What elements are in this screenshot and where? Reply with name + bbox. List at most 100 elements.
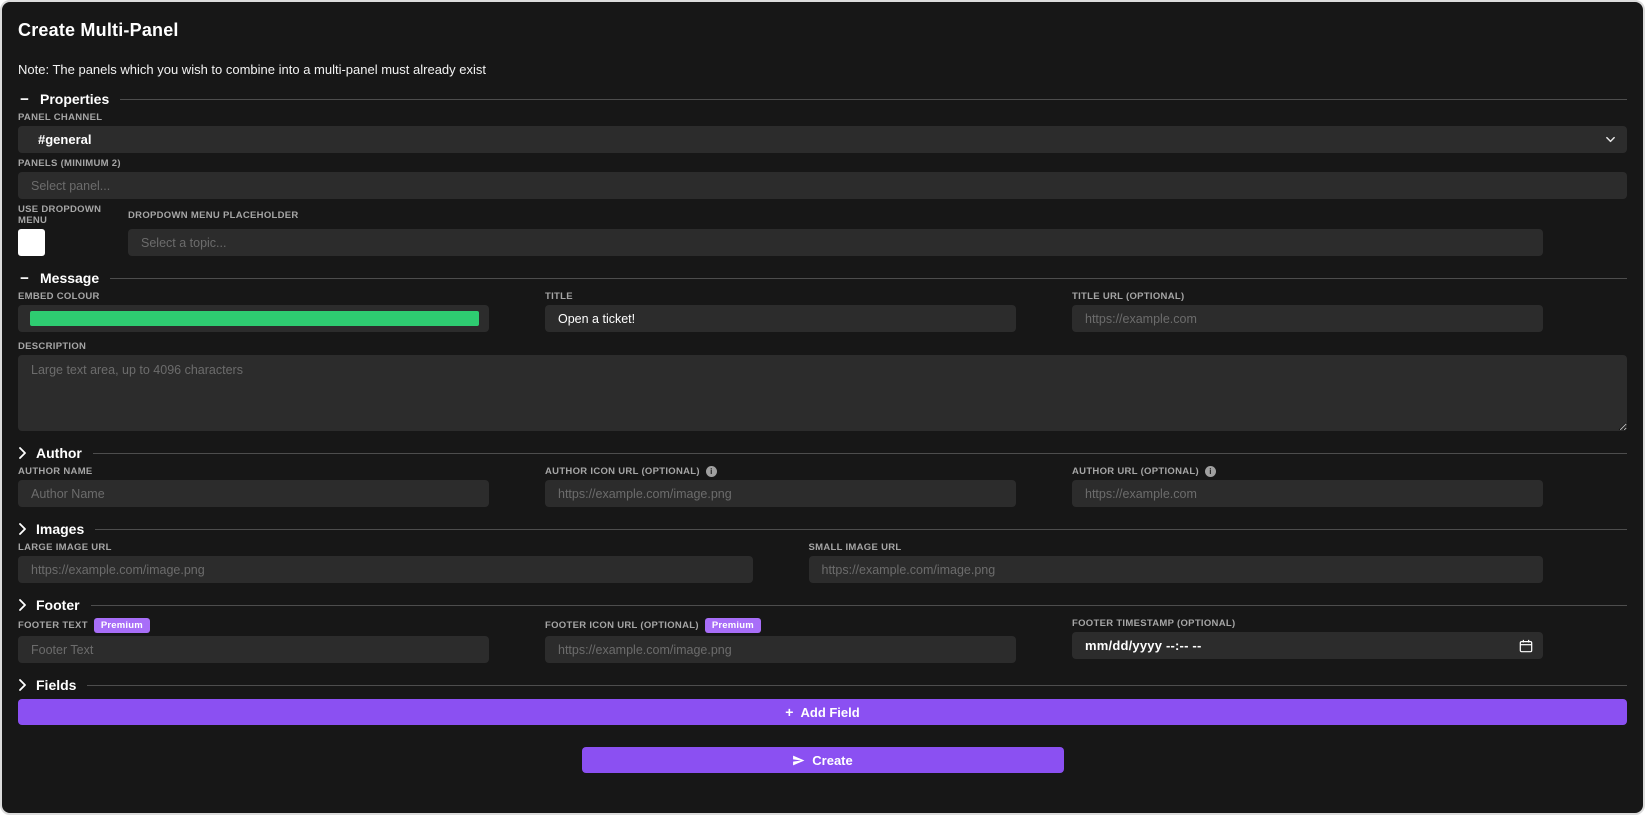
create-button[interactable]: Create xyxy=(581,747,1064,774)
section-divider-line xyxy=(120,98,1627,100)
footer-section: Footer FOOTER TEXT Premium FOOTER ICON U… xyxy=(18,597,1627,664)
section-divider-line xyxy=(95,528,1627,530)
large-image-column: LARGE IMAGE URL xyxy=(18,537,753,583)
author-url-label: AUTHOR URL (OPTIONAL) i xyxy=(1072,466,1543,477)
page-note: Note: The panels which you wish to combi… xyxy=(18,62,486,77)
collapse-minus-icon: − xyxy=(20,90,29,108)
create-multi-panel-page: Create Multi-Panel Note: The panels whic… xyxy=(0,0,1645,815)
author-icon-url-label-text: AUTHOR ICON URL (OPTIONAL) xyxy=(545,466,700,477)
properties-section-title: Properties xyxy=(40,91,110,107)
embed-colour-label: EMBED COLOUR xyxy=(18,291,100,302)
images-fields-row: LARGE IMAGE URL SMALL IMAGE URL xyxy=(18,537,1543,583)
properties-section: − Properties PANEL CHANNEL #general PANE… xyxy=(18,91,1627,256)
author-icon-url-label: AUTHOR ICON URL (OPTIONAL) i xyxy=(545,466,1016,477)
chevron-right-icon xyxy=(19,599,26,611)
section-divider-line xyxy=(92,452,1627,454)
small-image-column: SMALL IMAGE URL xyxy=(808,537,1543,583)
footer-text-label-text: FOOTER TEXT xyxy=(18,620,88,632)
author-url-label-text: AUTHOR URL (OPTIONAL) xyxy=(1072,466,1199,477)
properties-section-header[interactable]: − Properties xyxy=(18,91,1627,107)
panel-channel-select-wrap: #general xyxy=(18,126,1627,153)
author-fields-row: AUTHOR NAME AUTHOR ICON URL (OPTIONAL) i… xyxy=(18,461,1543,507)
footer-section-title: Footer xyxy=(36,597,80,613)
footer-text-label: FOOTER TEXT Premium xyxy=(18,618,489,634)
chevron-right-icon xyxy=(19,447,26,459)
footer-text-input[interactable] xyxy=(18,636,489,664)
info-icon[interactable]: i xyxy=(705,466,717,477)
create-button-label: Create xyxy=(812,752,853,768)
large-image-url-input[interactable] xyxy=(18,556,753,583)
embed-colour-picker[interactable] xyxy=(18,305,489,332)
footer-fields-row: FOOTER TEXT Premium FOOTER ICON URL (OPT… xyxy=(18,613,1543,664)
footer-timestamp-input[interactable]: mm/dd/yyyy --:-- -- xyxy=(1072,632,1543,659)
use-dropdown-checkbox[interactable] xyxy=(18,229,45,256)
description-label: DESCRIPTION xyxy=(18,341,87,352)
use-dropdown-menu-label: USE DROPDOWN MENU xyxy=(18,204,102,226)
author-section-title: Author xyxy=(36,445,82,461)
collapse-minus-icon: − xyxy=(20,269,29,287)
footer-icon-url-label-text: FOOTER ICON URL (OPTIONAL) xyxy=(545,620,699,632)
footer-icon-url-column: FOOTER ICON URL (OPTIONAL) Premium xyxy=(545,613,1016,664)
footer-timestamp-label: FOOTER TIMESTAMP (OPTIONAL) xyxy=(1072,618,1236,629)
section-divider-line xyxy=(110,277,1627,279)
send-icon xyxy=(793,755,805,766)
info-icon[interactable]: i xyxy=(1204,466,1216,477)
author-icon-url-column: AUTHOR ICON URL (OPTIONAL) i xyxy=(545,461,1016,507)
embed-colour-swatch xyxy=(30,311,479,326)
description-textarea[interactable] xyxy=(18,355,1627,431)
title-label: TITLE xyxy=(545,291,573,302)
calendar-icon[interactable] xyxy=(1519,639,1533,653)
footer-icon-url-label: FOOTER ICON URL (OPTIONAL) Premium xyxy=(545,618,1016,634)
message-fields-row: EMBED COLOUR TITLE TITLE URL (OPTIONAL) xyxy=(18,286,1543,332)
chevron-right-icon xyxy=(19,679,26,692)
section-divider-line xyxy=(87,684,1627,686)
footer-timestamp-value: mm/dd/yyyy --:-- -- xyxy=(1085,638,1202,653)
chevron-right-icon xyxy=(19,523,26,535)
images-section-title: Images xyxy=(36,521,85,537)
footer-icon-url-input[interactable] xyxy=(545,636,1016,664)
small-image-url-label: SMALL IMAGE URL xyxy=(808,542,902,553)
author-section-header[interactable]: Author xyxy=(18,445,1627,461)
author-url-column: AUTHOR URL (OPTIONAL) i xyxy=(1072,461,1543,507)
fields-section: Fields + Add Field xyxy=(18,677,1627,726)
dropdown-menu-placeholder-label: DROPDOWN MENU PLACEHOLDER xyxy=(128,209,299,221)
fields-section-header[interactable]: Fields xyxy=(18,677,1627,693)
dropdown-menu-row: USE DROPDOWN MENU DROPDOWN MENU PLACEHOL… xyxy=(18,199,1543,256)
message-section-title: Message xyxy=(40,270,100,286)
title-url-label: TITLE URL (OPTIONAL) xyxy=(1072,291,1185,302)
add-field-button-label: Add Field xyxy=(800,704,860,720)
author-url-input[interactable] xyxy=(1072,480,1543,507)
panels-select-input[interactable] xyxy=(18,172,1627,199)
premium-badge: Premium xyxy=(704,618,761,634)
small-image-url-input[interactable] xyxy=(808,556,1543,583)
premium-badge: Premium xyxy=(93,618,150,634)
fields-section-title: Fields xyxy=(36,677,77,694)
message-section: − Message EMBED COLOUR TITLE TITLE URL (… xyxy=(18,270,1627,431)
title-column: TITLE xyxy=(545,286,1016,332)
author-icon-url-input[interactable] xyxy=(545,480,1016,507)
title-url-column: TITLE URL (OPTIONAL) xyxy=(1072,286,1543,332)
use-dropdown-checkbox-cell xyxy=(18,229,128,256)
images-section-header[interactable]: Images xyxy=(18,521,1627,537)
footer-text-column: FOOTER TEXT Premium xyxy=(18,613,489,664)
add-field-button[interactable]: + Add Field xyxy=(18,699,1627,726)
title-input[interactable] xyxy=(545,305,1016,332)
message-section-header[interactable]: − Message xyxy=(18,270,1627,286)
images-section: Images LARGE IMAGE URL SMALL IMAGE URL xyxy=(18,521,1627,583)
large-image-url-label: LARGE IMAGE URL xyxy=(18,542,112,553)
author-name-column: AUTHOR NAME xyxy=(18,461,489,507)
section-divider-line xyxy=(90,604,1627,606)
embed-colour-column: EMBED COLOUR xyxy=(18,286,489,332)
panel-channel-label: PANEL CHANNEL xyxy=(18,112,103,123)
panel-channel-select[interactable]: #general xyxy=(18,126,1627,153)
page-title: Create Multi-Panel xyxy=(18,20,179,40)
footer-timestamp-column: FOOTER TIMESTAMP (OPTIONAL) mm/dd/yyyy -… xyxy=(1072,613,1543,663)
author-section: Author AUTHOR NAME AUTHOR ICON URL (OPTI… xyxy=(18,445,1627,507)
dropdown-placeholder-input[interactable] xyxy=(128,229,1543,256)
author-name-input[interactable] xyxy=(18,480,489,507)
plus-icon: + xyxy=(785,704,794,721)
footer-section-header[interactable]: Footer xyxy=(18,597,1627,613)
author-name-label: AUTHOR NAME xyxy=(18,466,93,477)
title-url-input[interactable] xyxy=(1072,305,1543,332)
panels-minimum-label: PANELS (MINIMUM 2) xyxy=(18,158,121,169)
